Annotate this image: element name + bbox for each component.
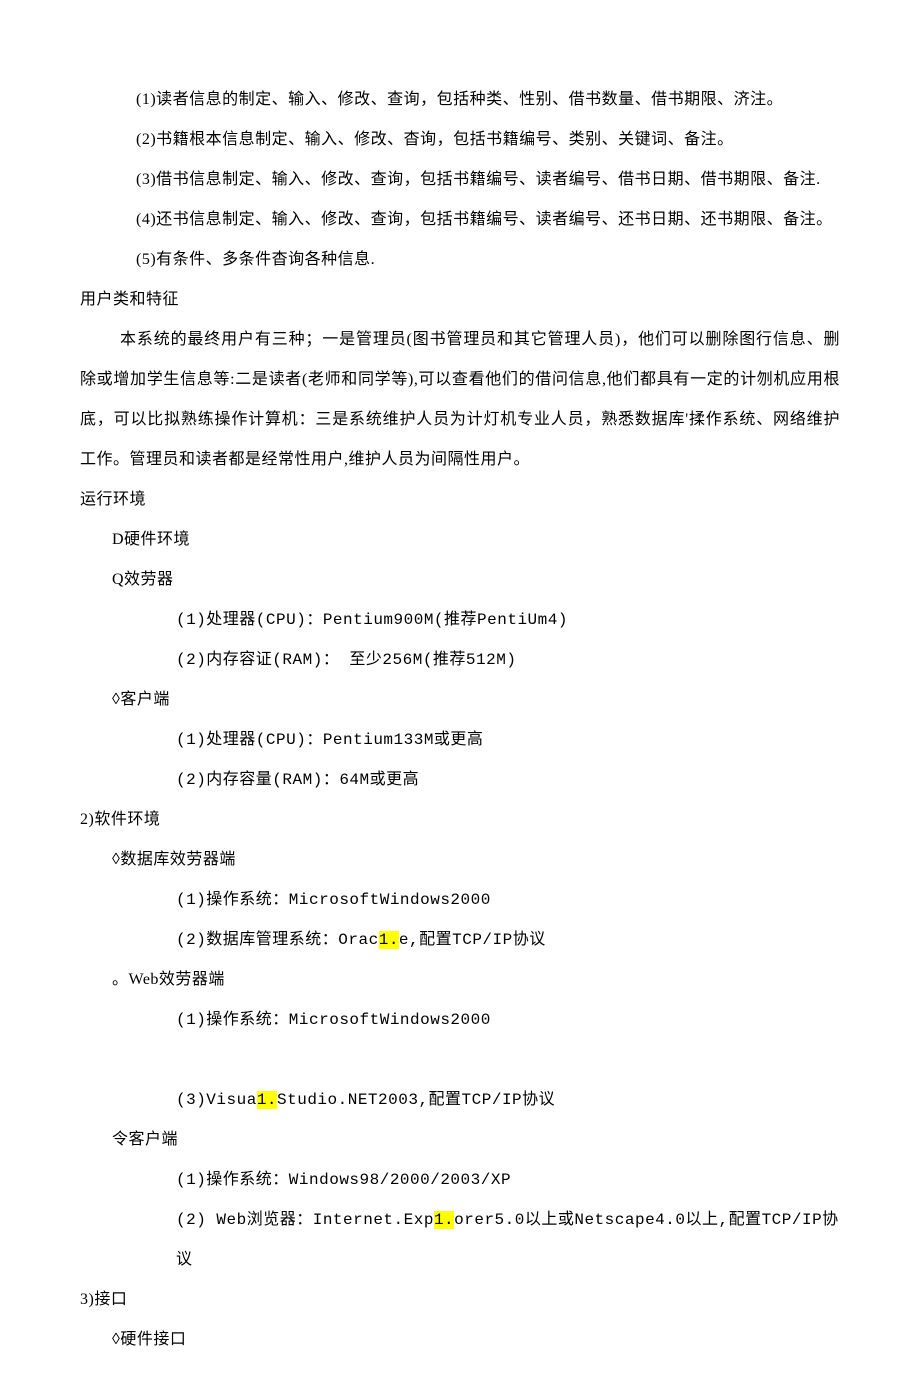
text-fragment: (2) Web浏览器：Internet.Exp — [176, 1211, 434, 1229]
text-fragment: Studio.NET2003,配置TCP/IP协议 — [277, 1091, 555, 1109]
highlight-text: 1. — [379, 931, 399, 949]
heading-server: Q效劳器 — [80, 560, 840, 600]
highlight-text: 1. — [257, 1091, 277, 1109]
server-spec-cpu: (1)处理器(CPU)：Pentium900M(推荐PentiUm4) — [80, 600, 840, 640]
list-item-2: (2)书籍根本信息制定、输入、修改、杳询，包括书籍编号、类别、关键词、备注。 — [80, 120, 840, 160]
heading-user-types: 用户类和特征 — [80, 280, 840, 320]
web-spec-ide: (3)Visua1.Studio.NET2003,配置TCP/IP协议 — [80, 1080, 840, 1120]
heading-hw-interface: ◊硬件接口 — [80, 1320, 840, 1360]
list-item-5: (5)有条件、多条件杳询各种信息. — [80, 240, 840, 280]
web-spec-blank — [80, 1040, 840, 1080]
text-fragment: (2)数据库管理系统：Orac — [176, 931, 379, 949]
web-spec-os: (1)操作系统：MicrosoftWindows2000 — [80, 1000, 840, 1040]
list-item-3: (3)借书信息制定、输入、修改、查询，包括书籍编号、读者编号、借书日期、借书期限… — [80, 160, 840, 200]
heading-runtime-env: 运行环境 — [80, 480, 840, 520]
heading-interface: 3)接口 — [80, 1280, 840, 1320]
heading-software-env: 2)软件环境 — [80, 800, 840, 840]
client-spec-ram: (2)内存容量(RAM)：64M或更高 — [80, 760, 840, 800]
highlight-text: 1. — [434, 1211, 454, 1229]
client2-spec-browser: (2) Web浏览器：Internet.Exp1.orer5.0以上或Netsc… — [80, 1200, 840, 1280]
db-spec-os: (1)操作系统：MicrosoftWindows2000 — [80, 880, 840, 920]
heading-web-server: 。Web效劳器端 — [80, 960, 840, 1000]
client2-spec-os: (1)操作系统：Windows98/2000/2003/XP — [80, 1160, 840, 1200]
text-fragment: (3)Visua — [176, 1091, 257, 1109]
list-item-1: (1)读者信息的制定、输入、修改、查询，包括种类、性别、借书数量、借书期限、济注… — [80, 80, 840, 120]
db-spec-dbms: (2)数据库管理系统：Orac1.e,配置TCP/IP协议 — [80, 920, 840, 960]
text-fragment: e,配置TCP/IP协议 — [399, 931, 546, 949]
heading-client-2: 令客户端 — [80, 1120, 840, 1160]
paragraph-user-types: 本系统的最终用户有三种；一是管理员(图书管理员和其它管理人员)，他们可以删除图行… — [80, 320, 840, 480]
list-item-4: (4)还书信息制定、输入、修改、查询，包括书籍编号、读者编号、还书日期、还书期限… — [80, 200, 840, 240]
heading-db-server: ◊数据库效劳器端 — [80, 840, 840, 880]
heading-hardware-env: D硬件环境 — [80, 520, 840, 560]
server-spec-ram: (2)内存容证(RAM)： 至少256M(推荐512M) — [80, 640, 840, 680]
client-spec-cpu: (1)处理器(CPU)：Pentium133M或更高 — [80, 720, 840, 760]
heading-client: ◊客户端 — [80, 680, 840, 720]
